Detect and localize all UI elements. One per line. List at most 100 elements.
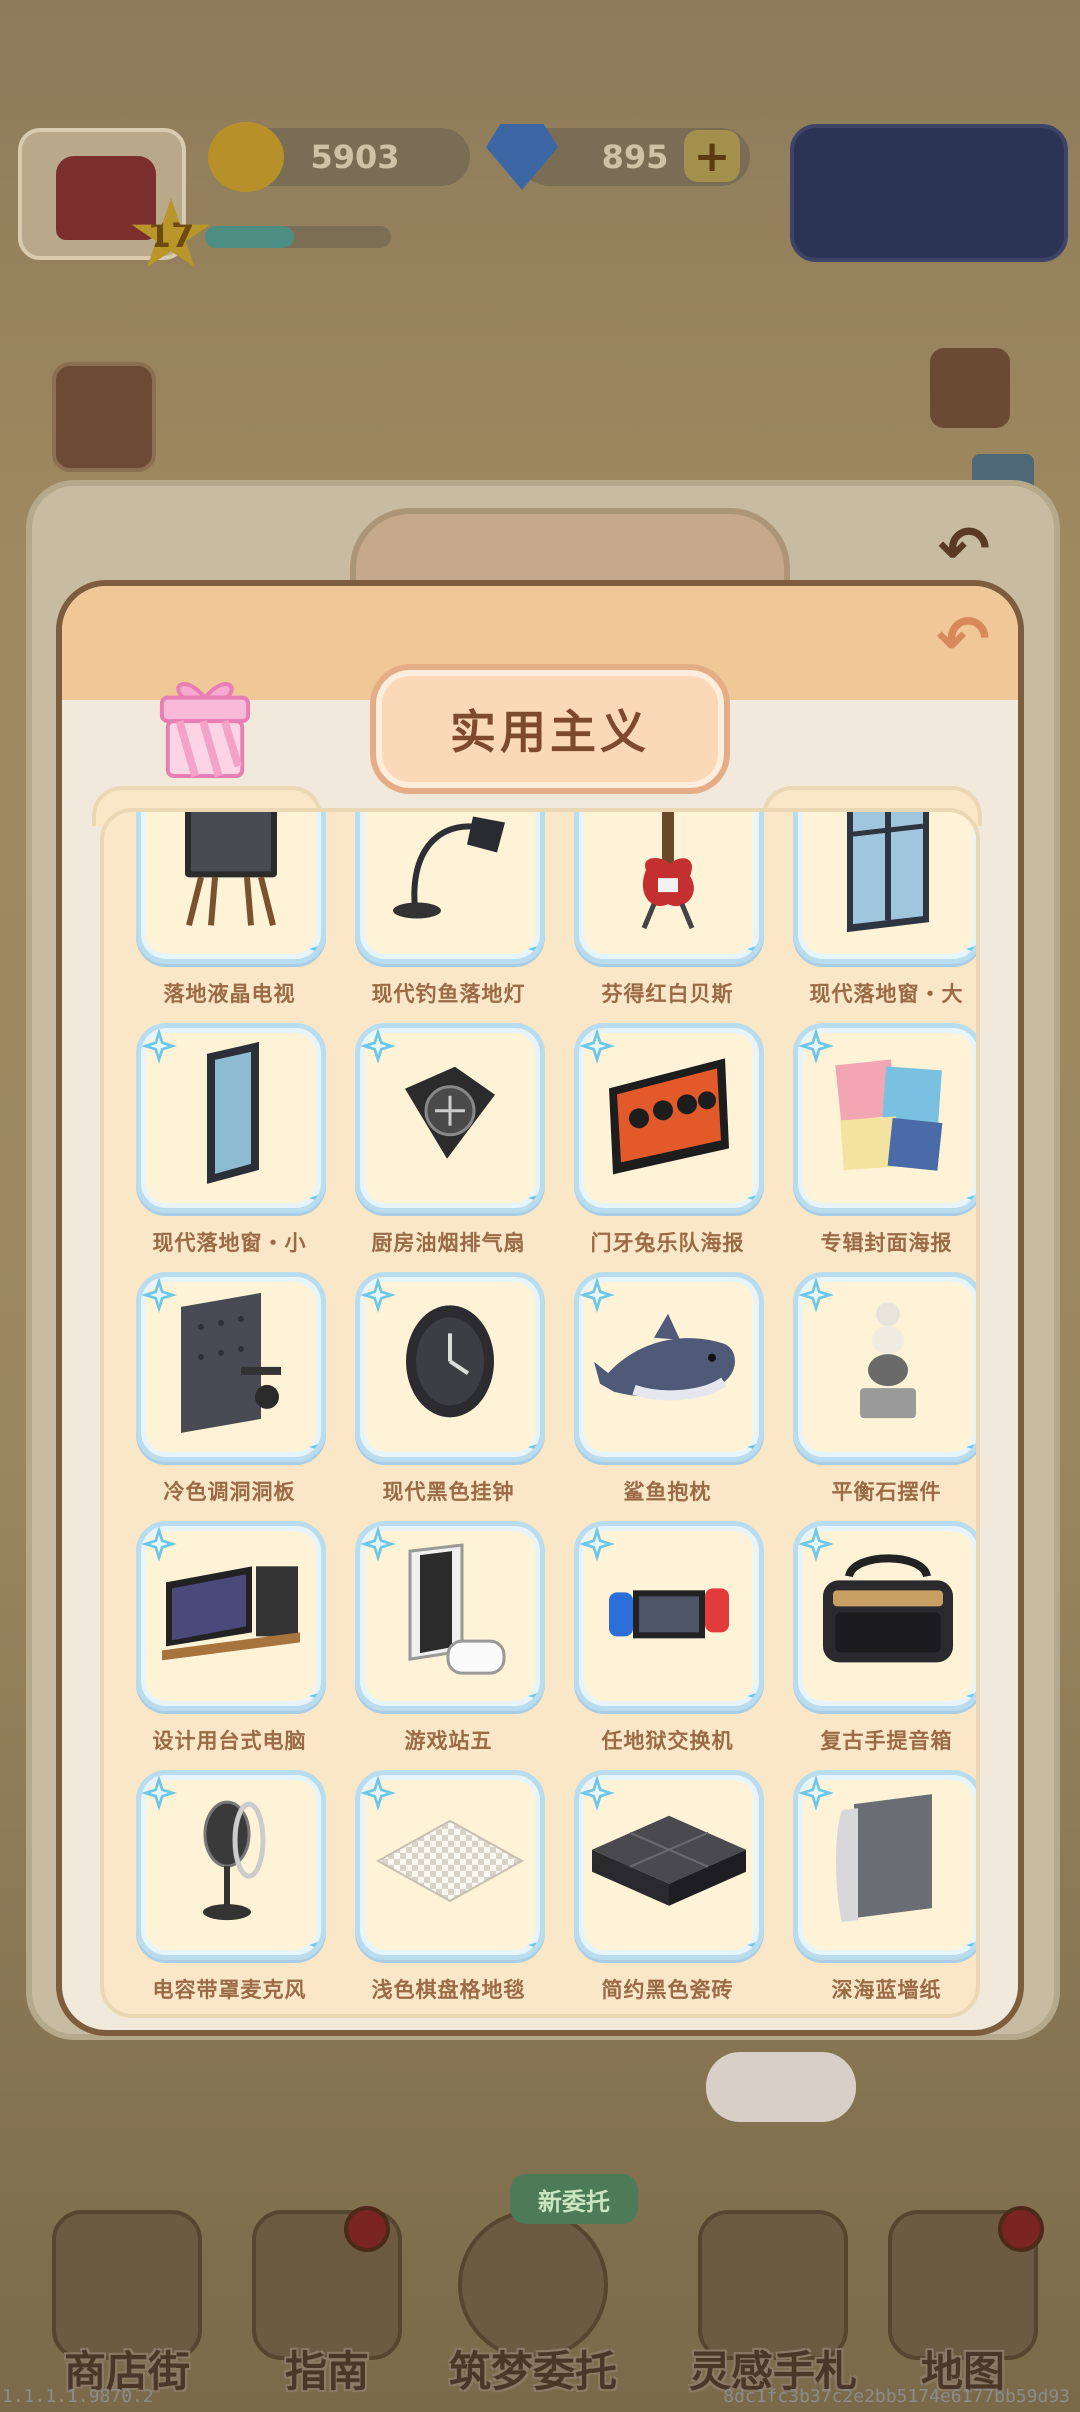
item-card[interactable] (136, 1023, 326, 1213)
undo-arrow-icon[interactable]: ↶ (936, 608, 990, 672)
item-card[interactable] (793, 1272, 976, 1462)
item-card[interactable] (136, 1770, 326, 1960)
large-window-icon (833, 812, 943, 938)
sparkle-icon (528, 1678, 540, 1706)
item-card[interactable] (355, 1272, 545, 1462)
version-text: 1.1.1.1.9870.2 (2, 2386, 154, 2407)
microphone-icon (181, 1790, 281, 1934)
item-card[interactable] (574, 812, 764, 964)
list-item[interactable]: 浅色棋盘格地毯 (339, 1770, 558, 2014)
item-card[interactable] (793, 1770, 976, 1960)
nav-commission[interactable]: 筑梦委托 (438, 2210, 628, 2410)
add-gems-button[interactable]: + (684, 130, 740, 182)
sparkle-icon (309, 1180, 321, 1208)
nav-guide-label: 指南 (284, 2347, 369, 2396)
list-item[interactable]: 游戏站五 (339, 1521, 558, 1770)
list-item[interactable]: 深海蓝墙纸 (777, 1770, 976, 2014)
list-item[interactable]: 简约黑色瓷砖 (558, 1770, 777, 2014)
xp-bar (205, 226, 391, 248)
nav-guide[interactable]: 指南 (232, 2210, 422, 2410)
furniture-set-dialog: ↶ 落地液晶电视 现代钓鱼落地灯 芬得红白贝斯 现代落地窗・大现代落地窗・小 厨房油烟排… (56, 580, 1024, 2036)
nav-shop[interactable]: 商店街 (32, 2210, 222, 2410)
new-commission-badge: 新委托 (510, 2174, 638, 2224)
list-item[interactable]: 芬得红白贝斯 (558, 812, 777, 1023)
game-console-icon (390, 1541, 510, 1685)
item-label: 复古手提音箱 (820, 1729, 953, 1753)
sparkle-icon (309, 931, 321, 959)
sparkle-icon (579, 1526, 615, 1562)
gift-icon[interactable] (156, 676, 254, 780)
sparkle-icon (528, 931, 540, 959)
item-label: 简约黑色瓷砖 (601, 1978, 734, 2002)
wall-clock-icon (390, 1297, 510, 1431)
sparkle-icon (747, 1180, 759, 1208)
item-card[interactable] (793, 1023, 976, 1213)
list-item[interactable]: 冷色调洞洞板 (120, 1272, 339, 1521)
exhaust-fan-icon (395, 1059, 505, 1173)
sparkle-icon (309, 1678, 321, 1706)
box-icon[interactable] (930, 348, 1010, 428)
album-poster-icon (818, 1048, 958, 1182)
sparkle-icon (966, 1180, 976, 1208)
list-item[interactable]: 复古手提音箱 (777, 1521, 976, 1770)
item-card[interactable] (355, 1521, 545, 1711)
item-card[interactable] (355, 812, 545, 964)
sparkle-icon (747, 931, 759, 959)
black-tile-icon (584, 1806, 754, 1920)
item-label: 任地狱交换机 (601, 1729, 734, 1753)
list-item[interactable]: 现代钓鱼落地灯 (339, 812, 558, 1023)
list-item[interactable]: 专辑封面海报 (777, 1023, 976, 1272)
item-card[interactable] (574, 1272, 764, 1462)
item-label: 芬得红白贝斯 (601, 982, 734, 1006)
list-item[interactable]: 厨房油烟排气扇 (339, 1023, 558, 1272)
nav-notebook[interactable]: 灵感手札 (678, 2210, 868, 2410)
item-label: 厨房油烟排气扇 (371, 1231, 526, 1255)
list-item[interactable]: 电容带罩麦克风 (120, 1770, 339, 2014)
red-bass-guitar-icon (624, 812, 714, 938)
list-item[interactable]: 任地狱交换机 (558, 1521, 777, 1770)
list-item[interactable]: 现代黑色挂钟 (339, 1272, 558, 1521)
list-item[interactable]: 现代落地窗・大 (777, 812, 976, 1023)
xp-bar-fill (205, 226, 295, 248)
list-item[interactable]: 设计用台式电脑 (120, 1521, 339, 1770)
coin-icon (208, 122, 284, 192)
item-card[interactable] (136, 1272, 326, 1462)
desktop-computer-icon (156, 1546, 306, 1680)
list-item[interactable]: 现代落地窗・小 (120, 1023, 339, 1272)
sparkle-icon (747, 1927, 759, 1955)
shark-pillow-icon (594, 1308, 744, 1422)
item-label: 现代钓鱼落地灯 (371, 982, 526, 1006)
item-label: 落地液晶电视 (163, 982, 296, 1006)
item-card[interactable] (136, 812, 326, 964)
item-card[interactable] (574, 1770, 764, 1960)
item-card[interactable] (355, 1770, 545, 1960)
arc-floor-lamp-icon (385, 812, 515, 929)
item-card[interactable] (574, 1521, 764, 1711)
item-card[interactable] (355, 1023, 545, 1213)
list-item[interactable]: 平衡石摆件 (777, 1272, 976, 1521)
small-window-icon (191, 1038, 271, 1192)
wallpaper-icon (828, 1790, 948, 1934)
item-card[interactable] (136, 1521, 326, 1711)
item-label: 冷色调洞洞板 (163, 1480, 296, 1504)
sparkle-icon (309, 1927, 321, 1955)
list-item[interactable]: 门牙兔乐队海报 (558, 1023, 777, 1272)
sparkle-icon (141, 1775, 177, 1811)
sparkle-icon (528, 1927, 540, 1955)
sparkle-icon (528, 1429, 540, 1457)
sparkle-icon (360, 1028, 396, 1064)
night-scene-panel[interactable] (790, 124, 1068, 262)
item-label: 现代黑色挂钟 (382, 1480, 515, 1504)
star-book-icon[interactable] (52, 362, 156, 472)
item-list[interactable]: 落地液晶电视 现代钓鱼落地灯 芬得红白贝斯 现代落地窗・大现代落地窗・小 厨房油烟排气扇… (100, 808, 980, 2018)
nav-commission-label: 筑梦委托 (448, 2347, 617, 2396)
dialog-title: 实用主义 (370, 664, 730, 794)
item-card[interactable] (793, 1521, 976, 1711)
list-item[interactable]: 落地液晶电视 (120, 812, 339, 1023)
list-item[interactable]: 鲨鱼抱枕 (558, 1272, 777, 1521)
item-card[interactable] (793, 812, 976, 964)
item-label: 现代落地窗・大 (809, 982, 964, 1006)
sparkle-icon (309, 1429, 321, 1457)
item-card[interactable] (574, 1023, 764, 1213)
item-label: 门牙兔乐队海报 (590, 1231, 745, 1255)
